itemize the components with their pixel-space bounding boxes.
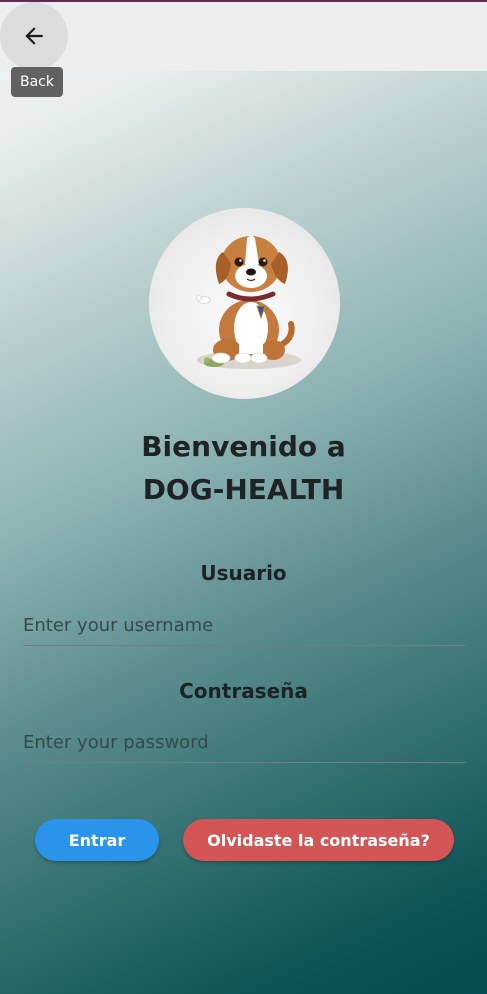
username-input[interactable] bbox=[23, 605, 466, 646]
password-input[interactable] bbox=[23, 722, 466, 763]
enter-button[interactable]: Entrar bbox=[35, 819, 159, 861]
welcome-title: Bienvenido a DOG-HEALTH bbox=[0, 425, 487, 511]
back-button[interactable] bbox=[0, 2, 68, 70]
puppy-illustration bbox=[196, 236, 301, 369]
welcome-title-line2: DOG-HEALTH bbox=[142, 473, 345, 506]
arrow-left-icon bbox=[25, 27, 43, 45]
dog-avatar bbox=[149, 208, 340, 399]
back-tooltip: Back bbox=[11, 67, 63, 97]
password-label: Contraseña bbox=[179, 679, 308, 703]
forgot-password-button[interactable]: Olvidaste la contraseña? bbox=[183, 819, 454, 861]
welcome-title-line1: Bienvenido a bbox=[141, 430, 346, 463]
username-label: Usuario bbox=[200, 561, 287, 585]
login-screen: Back Bienvenido a DOG-HEALTH Usuario Ent… bbox=[0, 0, 487, 994]
app-bar bbox=[0, 2, 487, 71]
